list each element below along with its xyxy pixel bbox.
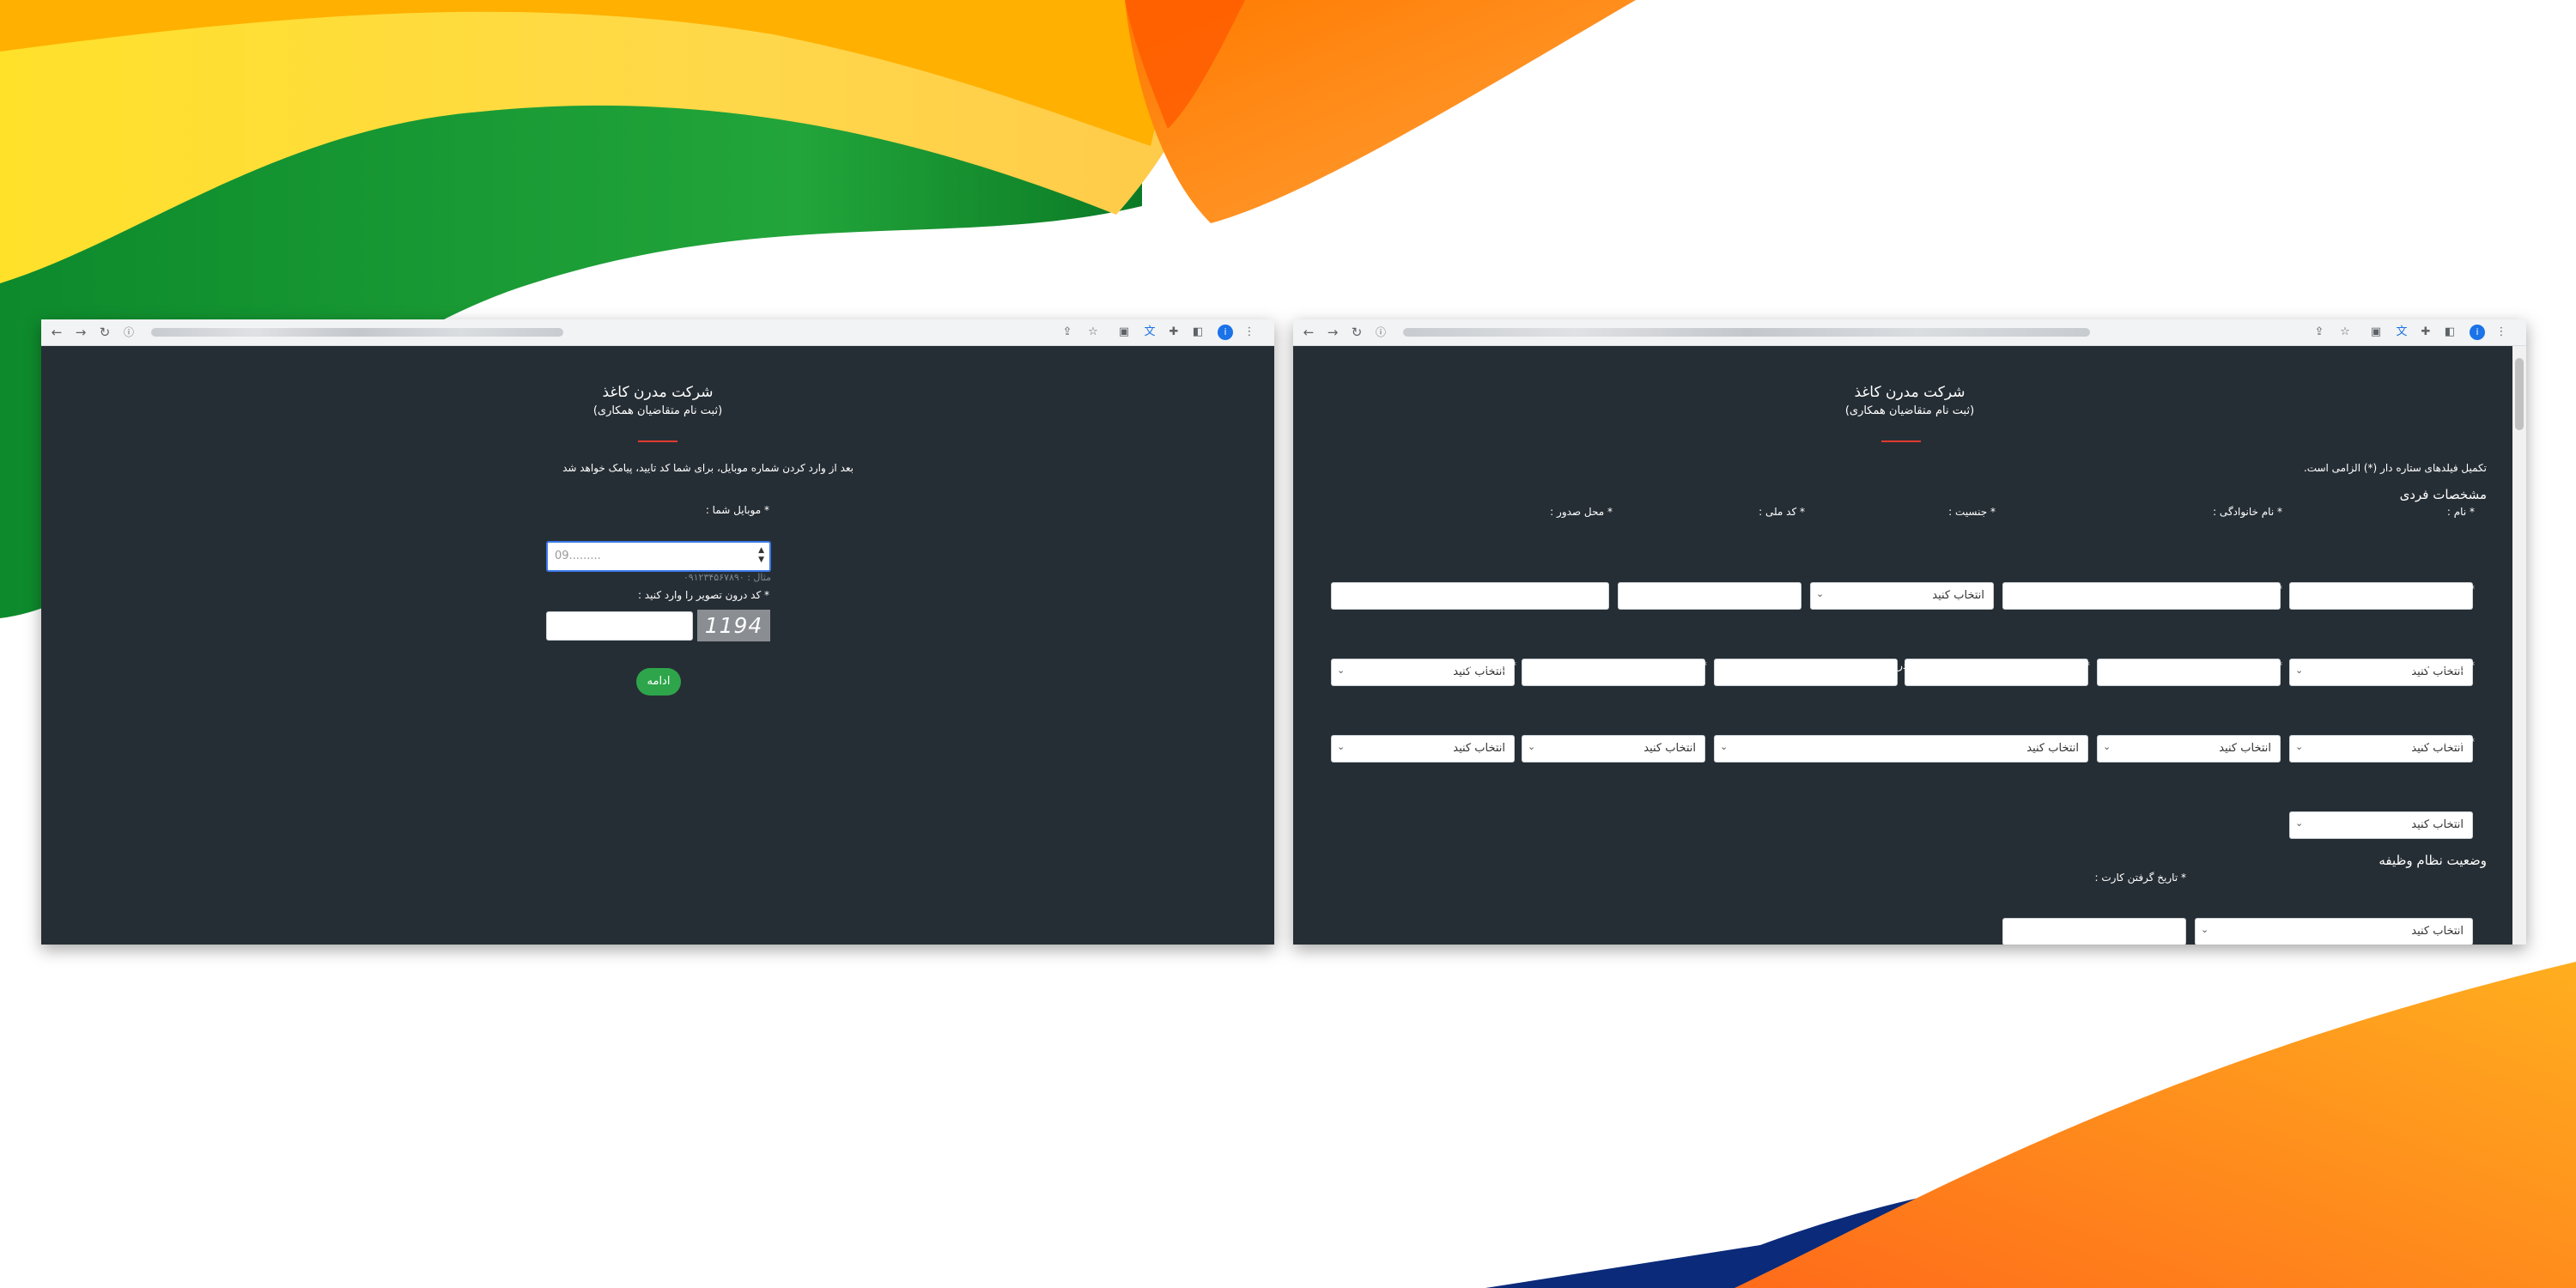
- side-panel-icon[interactable]: ◧: [2442, 325, 2458, 340]
- browser-toolbar: ← → ↻ ⓘ ⇪ ☆ ▣ 文 ✚ ◧ i ⋮: [41, 319, 1274, 346]
- chevron-down-icon: ⌄: [2201, 924, 2209, 935]
- chevron-down-icon: ⌄: [1720, 741, 1728, 752]
- birth-date-label: * تاریخ تولد :: [2034, 583, 2090, 595]
- covid-vaccine-select[interactable]: انتخاب کنید ⌄: [1331, 735, 1515, 762]
- share-icon[interactable]: ⇪: [2312, 325, 2327, 340]
- reload-icon[interactable]: ↻: [96, 324, 113, 341]
- mobile-example: مثال : ۰۹۱۲۳۴۵۶۷۸۹۰: [683, 572, 771, 583]
- menu-icon[interactable]: ⋮: [1242, 325, 1257, 340]
- back-icon[interactable]: ←: [48, 324, 65, 341]
- birth-province-label: * استان محل تولد :: [2391, 583, 2475, 595]
- reload-icon[interactable]: ↻: [1348, 324, 1365, 341]
- mobile-input[interactable]: 09......... ▲ ▼: [546, 541, 771, 572]
- chevron-down-icon: ⌄: [1337, 665, 1346, 676]
- menu-icon[interactable]: ⋮: [2494, 325, 2509, 340]
- captcha-image: 1194: [697, 610, 770, 641]
- card-date-input[interactable]: [2002, 918, 2186, 945]
- translate-icon[interactable]: 文: [1142, 325, 1157, 340]
- extension-icon[interactable]: ▣: [2368, 325, 2384, 340]
- chronic-disease-label: * سابقه بیماری مزمن یا سرطان در فامیل در…: [1863, 659, 2090, 671]
- mobile-input-placeholder: 09.........: [555, 550, 601, 562]
- bookmark-star-icon[interactable]: ☆: [2337, 325, 2353, 340]
- mobile-label: * موبایل شما :: [705, 504, 769, 516]
- special-drug-select[interactable]: انتخاب کنید ⌄: [2289, 811, 2473, 839]
- chevron-down-icon: ⌄: [2295, 741, 2304, 752]
- captcha-label: * کد درون تصویر را وارد کنید :: [637, 589, 769, 601]
- smoking-select[interactable]: انتخاب کنید ⌄: [2097, 735, 2281, 762]
- site-info-icon[interactable]: ⓘ: [120, 324, 137, 341]
- login-page: شرکت مدرن کاغذ (ثبت نام متقاضیان همکاری)…: [41, 346, 1274, 945]
- musculoskeletal-select[interactable]: انتخاب کنید ⌄: [1522, 735, 1705, 762]
- required-fields-note: تکمیل فیلدهای ستاره دار (*) الزامی است.: [2303, 462, 2487, 474]
- military-status-select[interactable]: انتخاب کنید ⌄: [2195, 918, 2473, 945]
- company-title: شرکت مدرن کاغذ: [602, 384, 714, 401]
- browser-window-form: ← → ↻ ⓘ ⇪ ☆ ▣ 文 ✚ ◧ i ⋮ شرکت مدرن کاغذ (…: [1293, 319, 2526, 945]
- company-title: شرکت مدرن کاغذ: [1854, 384, 1965, 401]
- side-panel-icon[interactable]: ◧: [1190, 325, 1206, 340]
- browser-toolbar: ← → ↻ ⓘ ⇪ ☆ ▣ 文 ✚ ◧ i ⋮: [1293, 319, 2526, 346]
- scrollbar-thumb[interactable]: [2515, 358, 2524, 430]
- bookmark-star-icon[interactable]: ☆: [1085, 325, 1101, 340]
- musculoskeletal-label: * مشکلات اسکلتی و عضلانی :: [1576, 659, 1707, 671]
- share-icon[interactable]: ⇪: [1060, 325, 1075, 340]
- profile-icon[interactable]: i: [2470, 325, 2485, 340]
- eye-number-label: * شماره چشم :: [1447, 583, 1516, 595]
- page-scrollbar[interactable]: [2512, 346, 2526, 945]
- weight-label: * وزن به کیلوگرم :: [1625, 583, 1707, 595]
- chevron-down-icon: ⌄: [2103, 741, 2111, 752]
- title-divider: [638, 440, 677, 442]
- address-bar[interactable]: [151, 328, 563, 337]
- chevron-down-icon: ⌄: [1337, 741, 1346, 752]
- extension-icon[interactable]: ▣: [1116, 325, 1132, 340]
- section-military-heading: وضعیت نظام وظیفه: [2379, 853, 2487, 868]
- captcha-input[interactable]: [546, 611, 693, 641]
- last-name-label: * نام خانوادگی :: [2213, 506, 2282, 518]
- gender-label: * جنسیت :: [1948, 506, 1996, 518]
- title-divider: [1881, 440, 1921, 442]
- registration-form-page: شرکت مدرن کاغذ (ثبت نام متقاضیان همکاری)…: [1293, 346, 2526, 945]
- sms-instruction: بعد از وارد کردن شماره موبایل، برای شما …: [562, 462, 854, 474]
- chevron-down-icon: ⌄: [2295, 665, 2304, 676]
- chevron-down-icon: ⌄: [2295, 817, 2304, 829]
- site-info-icon[interactable]: ⓘ: [1372, 324, 1389, 341]
- issue-place-label: * محل صدور :: [1550, 506, 1613, 518]
- profile-icon[interactable]: i: [1218, 325, 1233, 340]
- page-subtitle: (ثبت نام متقاضیان همکاری): [592, 404, 723, 417]
- smoking-label: * مصرف دخانیات :: [2200, 659, 2282, 671]
- national-code-label: * کد ملی :: [1759, 506, 1805, 518]
- covid-vaccine-label: * وضعیت واکسن کرونا :: [1411, 659, 1516, 671]
- first-name-label: * نام :: [2446, 506, 2475, 518]
- chevron-down-icon: ⌄: [1528, 741, 1536, 752]
- birth-city-label: * شهر محل تولد :: [2204, 583, 2282, 595]
- number-stepper-icon[interactable]: ▲ ▼: [758, 546, 764, 565]
- section-personal-heading: مشخصات فردی: [2399, 487, 2487, 502]
- puzzle-icon[interactable]: ✚: [2418, 325, 2433, 340]
- page-subtitle: (ثبت نام متقاضیان همکاری): [1844, 404, 1975, 417]
- back-icon[interactable]: ←: [1300, 324, 1317, 341]
- hearing-label: * وضعیت شنوایی :: [2392, 659, 2475, 671]
- continue-button[interactable]: ادامه: [636, 668, 681, 696]
- address-bar[interactable]: [1403, 328, 2090, 337]
- card-date-label: * تاریخ گرفتن کارت :: [2094, 872, 2186, 884]
- chronic-disease-select[interactable]: انتخاب کنید ⌄: [1714, 735, 2088, 762]
- translate-icon[interactable]: 文: [2394, 325, 2409, 340]
- puzzle-icon[interactable]: ✚: [1166, 325, 1182, 340]
- special-drug-label: * مصرف داروی خاص :: [2374, 736, 2475, 748]
- forward-icon[interactable]: →: [1324, 324, 1341, 341]
- browser-window-login: ← → ↻ ⓘ ⇪ ☆ ▣ 文 ✚ ◧ i ⋮ شرکت مدرن کاغذ (…: [41, 319, 1274, 945]
- forward-icon[interactable]: →: [72, 324, 89, 341]
- height-label: * قد به سانتیمتر :: [1823, 583, 1899, 595]
